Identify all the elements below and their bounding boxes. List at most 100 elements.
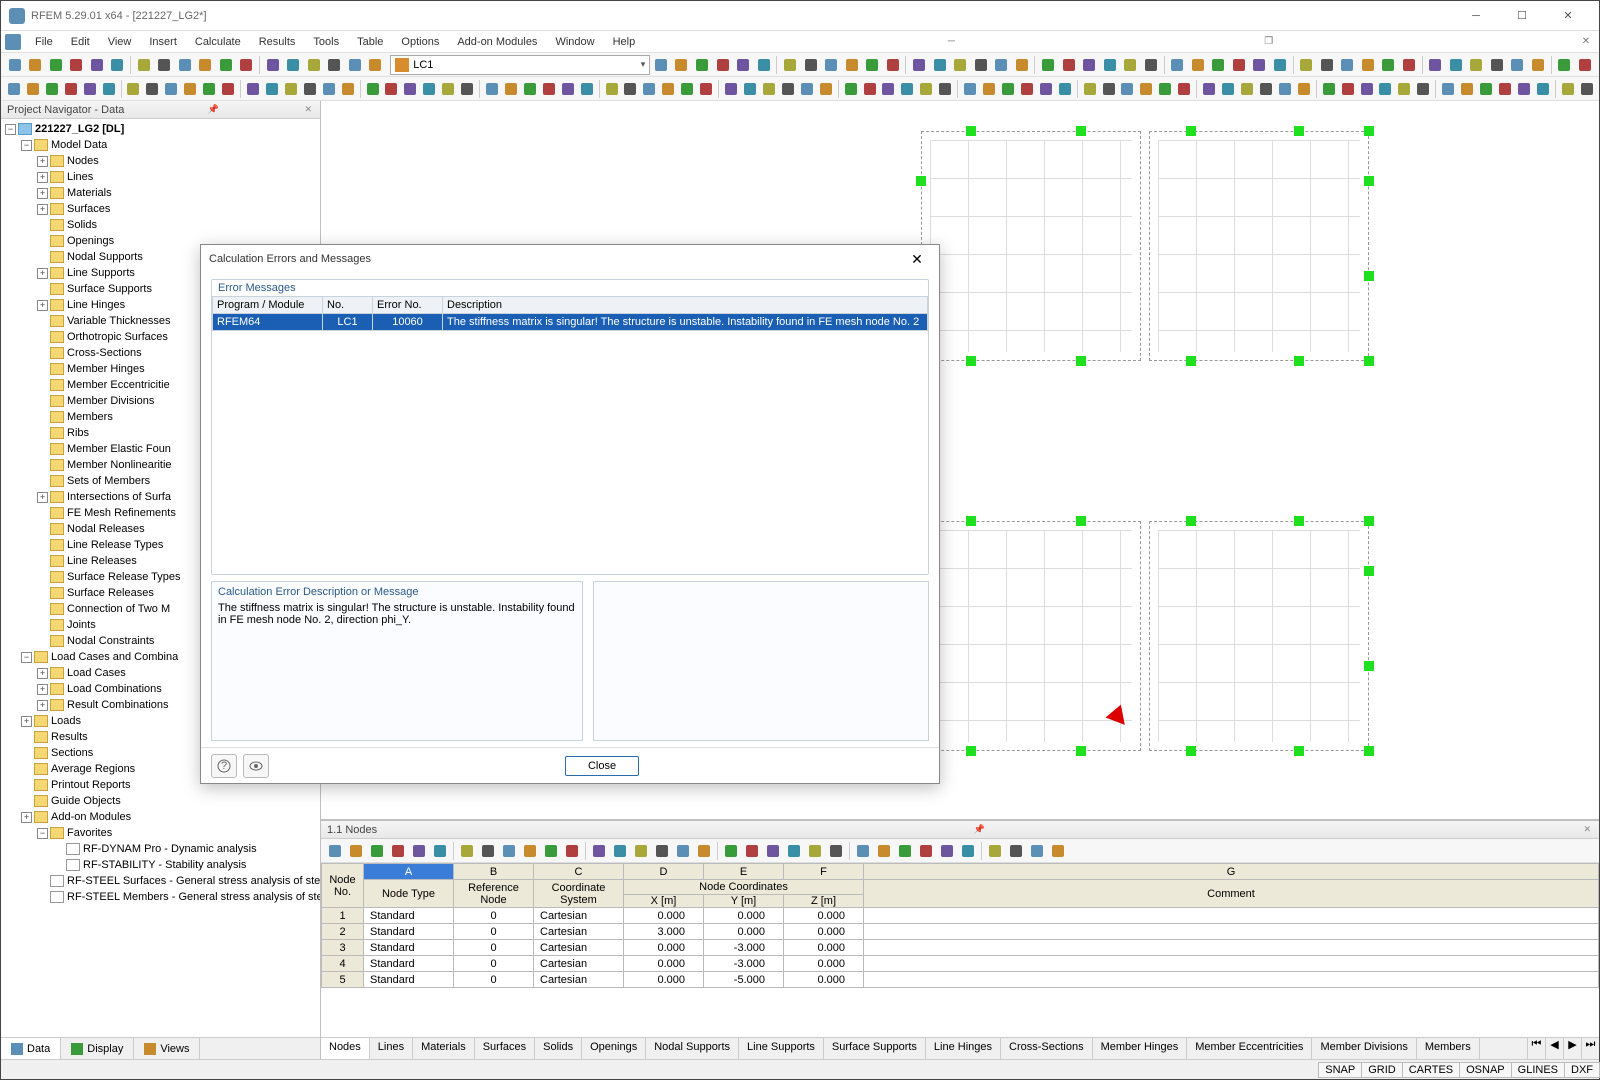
toolbar-icon[interactable] (320, 79, 338, 99)
toolbar-icon[interactable] (1038, 55, 1058, 75)
toolbar-icon[interactable] (263, 55, 283, 75)
toolbar-icon[interactable] (181, 79, 199, 99)
toolbar-icon[interactable] (780, 55, 800, 75)
toolbar-icon[interactable] (1528, 55, 1548, 75)
tree-item[interactable]: Solids (67, 219, 97, 231)
toolbar-icon[interactable] (672, 55, 692, 75)
toolbar-icon[interactable] (521, 79, 539, 99)
table-row[interactable]: 3Standard0Cartesian0.000-3.0000.000 (322, 940, 1599, 956)
model-node[interactable] (966, 126, 976, 136)
tree-item[interactable]: Intersections of Surfa (67, 491, 171, 503)
toolbar-icon[interactable] (1395, 79, 1413, 99)
tree-item[interactable]: Nodes (67, 155, 99, 167)
toolbar-icon[interactable] (1379, 55, 1399, 75)
toolbar-icon[interactable] (1079, 55, 1099, 75)
table-tab[interactable]: Line Hinges (926, 1038, 1001, 1059)
tree-item[interactable]: RF-DYNAM Pro - Dynamic analysis (83, 843, 257, 855)
toolbar-icon[interactable] (100, 79, 118, 99)
minimize-button[interactable]: ─ (1453, 2, 1499, 30)
toolbar-icon[interactable] (282, 79, 300, 99)
toolbar-icon[interactable] (991, 55, 1011, 75)
toolbar-icon[interactable] (46, 55, 66, 75)
toolbar-icon[interactable] (1209, 55, 1229, 75)
status-glines[interactable]: GLINES (1511, 1062, 1565, 1078)
toolbar-icon[interactable] (805, 841, 825, 861)
toolbar-icon[interactable] (971, 55, 991, 75)
tree-item[interactable]: Add-on Modules (51, 811, 131, 823)
tree-item[interactable]: Load Cases (67, 667, 126, 679)
toolbar-icon[interactable] (1120, 55, 1140, 75)
model-node[interactable] (1364, 516, 1374, 526)
toolbar-icon[interactable] (409, 841, 429, 861)
toolbar-icon[interactable] (1012, 55, 1032, 75)
toolbar-icon[interactable] (1167, 55, 1187, 75)
toolbar-icon[interactable] (1467, 55, 1487, 75)
status-snap[interactable]: SNAP (1318, 1062, 1362, 1078)
toolbar-icon[interactable] (1477, 79, 1495, 99)
tree-item[interactable]: Results (51, 731, 88, 743)
toolbar-icon[interactable] (784, 841, 804, 861)
toolbar-icon[interactable] (985, 841, 1005, 861)
table-tab[interactable]: Members (1417, 1038, 1480, 1059)
model-node[interactable] (966, 356, 976, 366)
toolbar-icon[interactable] (134, 55, 154, 75)
toolbar-icon[interactable] (779, 79, 797, 99)
toolbar-icon[interactable] (1081, 79, 1099, 99)
model-node[interactable] (1076, 126, 1086, 136)
toolbar-icon[interactable] (420, 79, 438, 99)
toolbar-icon[interactable] (1555, 55, 1575, 75)
toolbar-icon[interactable] (366, 55, 386, 75)
toolbar-icon[interactable] (673, 841, 693, 861)
toolbar-icon[interactable] (1399, 55, 1419, 75)
toolbar-icon[interactable] (1250, 55, 1270, 75)
toolbar-icon[interactable] (1238, 79, 1256, 99)
model-node[interactable] (1364, 746, 1374, 756)
toolbar-icon[interactable] (842, 55, 862, 75)
table-tab[interactable]: Cross-Sections (1001, 1038, 1093, 1059)
tree-item[interactable]: Variable Thicknesses (67, 315, 171, 327)
toolbar-icon[interactable] (1358, 79, 1376, 99)
toolbar-icon[interactable] (284, 55, 304, 75)
col-C[interactable]: C (534, 864, 624, 880)
toolbar-icon[interactable] (1188, 55, 1208, 75)
col-D[interactable]: D (624, 864, 704, 880)
toolbar-icon[interactable] (1578, 79, 1596, 99)
toolbar-icon[interactable] (562, 841, 582, 861)
toolbar-icon[interactable] (842, 79, 860, 99)
toolbar-icon[interactable] (1219, 79, 1237, 99)
toolbar-icon[interactable] (263, 79, 281, 99)
toolbar-icon[interactable] (895, 841, 915, 861)
toolbar-icon[interactable] (5, 79, 23, 99)
tree-item[interactable]: Surfaces (67, 203, 110, 215)
toolbar-icon[interactable] (958, 841, 978, 861)
table-tab[interactable]: Surface Supports (824, 1038, 926, 1059)
dialog-close-icon[interactable]: ✕ (903, 248, 931, 270)
model-node[interactable] (1294, 516, 1304, 526)
toolbar-icon[interactable] (742, 841, 762, 861)
toolbar-icon[interactable] (401, 79, 419, 99)
tree-item[interactable]: Materials (67, 187, 112, 199)
table-row[interactable]: 2Standard0Cartesian3.0000.0000.000 (322, 924, 1599, 940)
mdi-restore-icon[interactable]: ❐ (1260, 34, 1278, 50)
table-row[interactable]: 4Standard0Cartesian0.000-3.0000.000 (322, 956, 1599, 972)
model-node[interactable] (1076, 516, 1086, 526)
table-row[interactable]: 5Standard0Cartesian0.000-5.0000.000 (322, 972, 1599, 988)
tree-item[interactable]: Member Eccentricitie (67, 379, 170, 391)
tree-item[interactable]: Nodal Constraints (67, 635, 154, 647)
toolbar-icon[interactable] (1317, 55, 1337, 75)
toolbar-icon[interactable] (382, 79, 400, 99)
tree-item[interactable]: Line Releases (67, 555, 137, 567)
table-tab[interactable]: Lines (370, 1038, 413, 1059)
toolbar-icon[interactable] (1376, 79, 1394, 99)
toolbar-icon[interactable] (937, 841, 957, 861)
tree-item[interactable]: Sets of Members (67, 475, 150, 487)
navigator-tab-display[interactable]: Display (61, 1038, 134, 1059)
status-osnap[interactable]: OSNAP (1459, 1062, 1512, 1078)
tree-item[interactable]: Average Regions (51, 763, 135, 775)
table-tab[interactable]: Materials (413, 1038, 475, 1059)
toolbar-icon[interactable] (610, 841, 630, 861)
toolbar-icon[interactable] (659, 79, 677, 99)
toolbar-icon[interactable] (367, 841, 387, 861)
toolbar-icon[interactable] (1295, 79, 1313, 99)
tree-item[interactable]: Lines (67, 171, 93, 183)
